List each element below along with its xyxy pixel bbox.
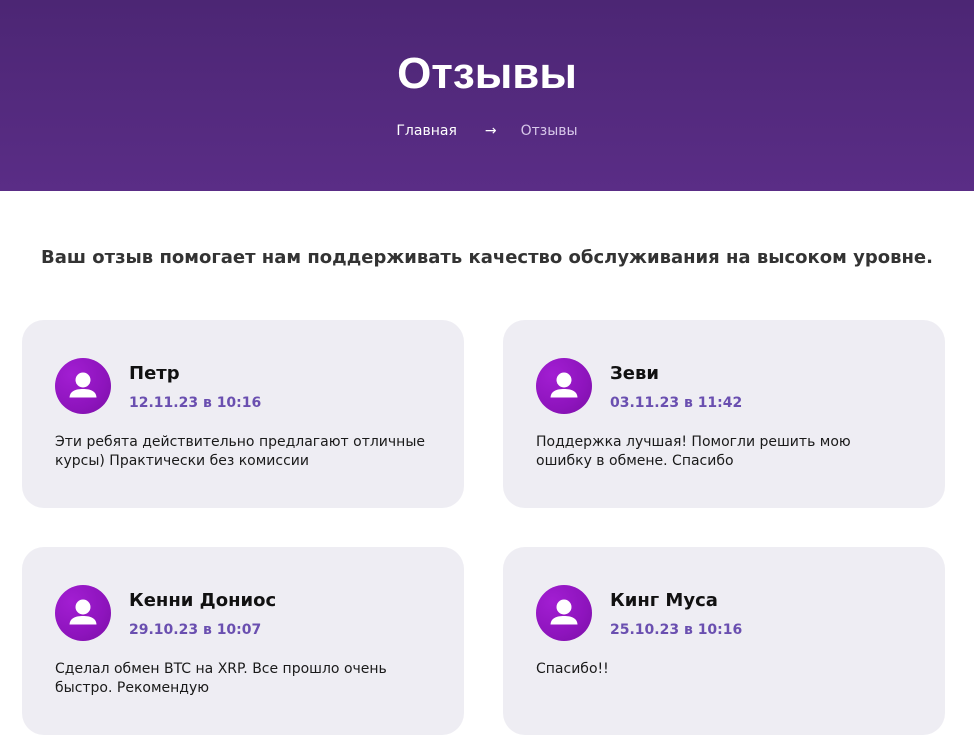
review-card: Зеви 03.11.23 в 11:42 Поддержка лучшая! …: [503, 320, 945, 508]
user-avatar-icon: [536, 585, 592, 641]
review-date: 03.11.23 в 11:42: [610, 395, 743, 411]
user-avatar-icon: [55, 358, 111, 414]
reviewer-name: Петр: [129, 363, 180, 384]
review-text: Эти ребята действительно предлагают отли…: [55, 434, 425, 469]
intro-text: Ваш отзыв помогает нам поддерживать каче…: [41, 247, 933, 268]
review-text: Сделал обмен BTC на XRP. Все прошло очен…: [55, 661, 387, 696]
breadcrumb-home-link[interactable]: Главная: [396, 121, 456, 141]
reviewer-name: Кенни Дониос: [129, 590, 277, 611]
review-date: 12.11.23 в 10:16: [129, 395, 262, 411]
review-card: Петр 12.11.23 в 10:16 Эти ребята действи…: [22, 320, 464, 508]
review-card: Кенни Дониос 29.10.23 в 10:07 Сделал обм…: [22, 547, 464, 735]
user-avatar-icon: [536, 358, 592, 414]
review-date: 29.10.23 в 10:07: [129, 622, 262, 638]
reviewer-name: Кинг Муса: [610, 590, 718, 611]
review-date: 25.10.23 в 10:16: [610, 622, 743, 638]
breadcrumb: Главная → Отзывы: [0, 121, 974, 141]
review-text: Спасибо!!: [536, 661, 609, 677]
breadcrumb-arrow-icon: →: [484, 123, 497, 139]
review-text: Поддержка лучшая! Помогли решить мою оши…: [536, 434, 851, 469]
page-title: Отзывы: [397, 49, 577, 98]
review-card: Кинг Муса 25.10.23 в 10:16 Спасибо!!: [503, 547, 945, 735]
page-header: Отзывы Главная → Отзывы: [0, 0, 974, 191]
user-avatar-icon: [55, 585, 111, 641]
breadcrumb-current: Отзывы: [520, 123, 578, 139]
reviewer-name: Зеви: [610, 363, 659, 384]
